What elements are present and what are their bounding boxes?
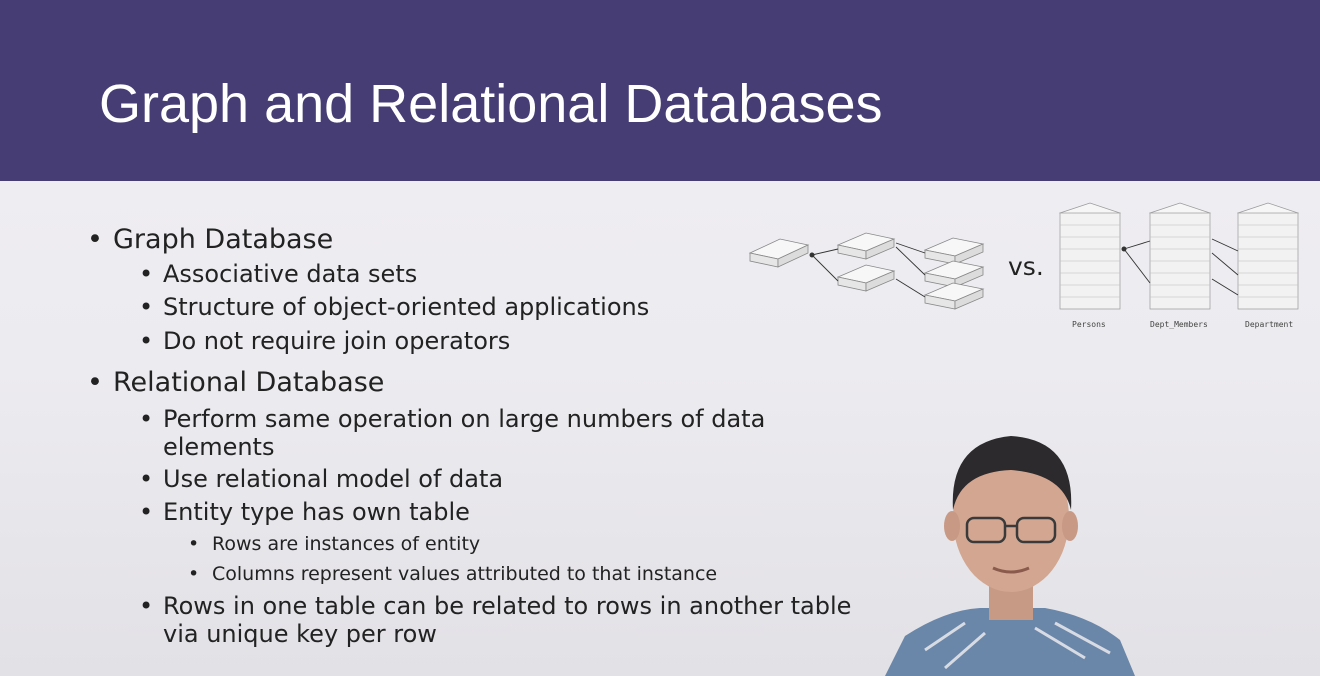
bullet-columns-values: Columns represent values attributed to t… [188,563,717,585]
slide-title: Graph and Relational Databases [99,74,883,134]
bullet-line: Rows in one table can be related to rows… [163,592,852,620]
bullet-line: via unique key per row [163,620,437,648]
bullet-no-join-operators: Do not require join operators [139,327,510,355]
bullet-perform-same-operation: Perform same operation on large numbers … [139,405,766,461]
bullet-graph-database: Graph Database [87,225,333,256]
table-label-dept-members: Dept_Members [1150,320,1208,329]
bullet-line: elements [163,433,275,461]
table-label-persons: Persons [1072,320,1106,329]
bullet-rows-related: Rows in one table can be related to rows… [139,592,852,648]
table-hub-dot [1121,246,1127,252]
vs-label: vs. [1008,252,1044,281]
bullet-entity-type-table: Entity type has own table [139,498,470,526]
bullet-line: Perform same operation on large numbers … [163,405,766,433]
relational-tables-illustration [1058,202,1300,310]
graph-hub-dot [809,252,815,258]
bullet-associative-data-sets: Associative data sets [139,260,417,288]
bullet-relational-database: Relational Database [87,368,384,399]
bullet-rows-instances: Rows are instances of entity [188,533,480,555]
presenter-video [885,436,1135,676]
graph-nodes-illustration [748,232,985,310]
bullet-structure-oo-apps: Structure of object-oriented application… [139,293,649,321]
bullet-relational-model: Use relational model of data [139,465,503,493]
slide-header: Graph and Relational Databases [0,0,1320,181]
table-label-department: Department [1245,320,1294,329]
